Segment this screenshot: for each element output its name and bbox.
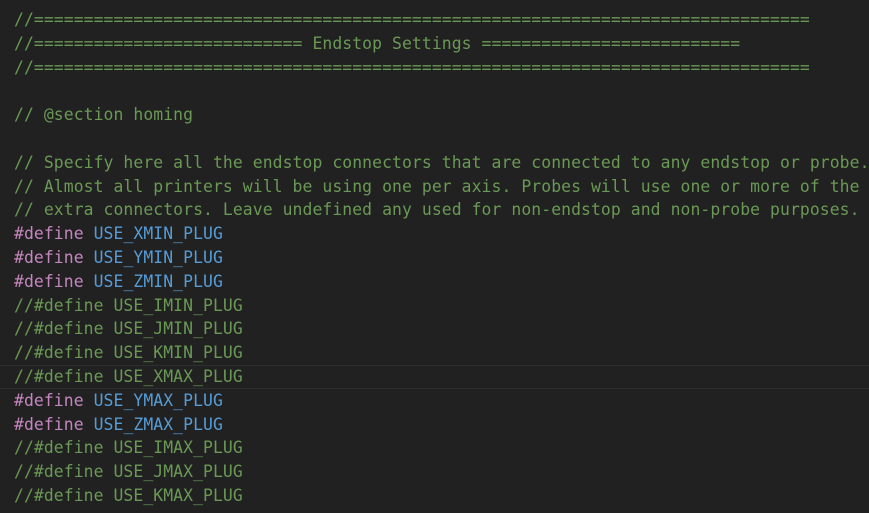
code-line-use-xmin-plug[interactable]: #define USE_XMIN_PLUG	[0, 222, 869, 246]
code-line-blank-2[interactable]	[0, 127, 869, 151]
define-identifier: USE_XMIN_PLUG	[93, 224, 223, 244]
define-keyword: #define	[14, 414, 84, 434]
code-line-use-kmax-plug[interactable]: //#define USE_KMAX_PLUG	[0, 484, 869, 508]
code-line-section-homing[interactable]: // @section homing	[0, 103, 869, 127]
code-line-desc-1[interactable]: // Specify here all the endstop connecto…	[0, 151, 869, 175]
code-line-banner-bottom[interactable]: //======================================…	[0, 56, 869, 80]
comment-text: // extra connectors. Leave undefined any…	[14, 200, 860, 220]
comment-text: //======================================…	[14, 57, 810, 77]
comment-text: //#define USE_JMAX_PLUG	[14, 462, 243, 482]
code-line-use-ymin-plug[interactable]: #define USE_YMIN_PLUG	[0, 246, 869, 270]
code-line-use-zmax-plug[interactable]: #define USE_ZMAX_PLUG	[0, 413, 869, 437]
define-keyword: #define	[14, 390, 84, 410]
code-line-banner-top[interactable]: //======================================…	[0, 8, 869, 32]
comment-text: //#define USE_XMAX_PLUG	[14, 366, 243, 386]
code-line-use-ymax-plug[interactable]: #define USE_YMAX_PLUG	[0, 389, 869, 413]
comment-text: //#define USE_IMAX_PLUG	[14, 438, 243, 458]
define-keyword: #define	[14, 271, 84, 291]
comment-text: // Almost all printers will be using one…	[14, 176, 860, 196]
code-line-use-imin-plug[interactable]: //#define USE_IMIN_PLUG	[0, 294, 869, 318]
define-identifier: USE_ZMAX_PLUG	[93, 414, 223, 434]
define-identifier: USE_YMIN_PLUG	[93, 247, 223, 267]
comment-text: // @section homing	[14, 105, 194, 125]
code-line-use-imax-plug[interactable]: //#define USE_IMAX_PLUG	[0, 436, 869, 460]
code-line-desc-3[interactable]: // extra connectors. Leave undefined any…	[0, 198, 869, 222]
code-line-use-kmin-plug[interactable]: //#define USE_KMIN_PLUG	[0, 341, 869, 365]
comment-text: // Specify here all the endstop connecto…	[14, 152, 869, 172]
define-identifier: USE_ZMIN_PLUG	[93, 271, 223, 291]
code-line-use-xmax-plug[interactable]: //#define USE_XMAX_PLUG	[0, 364, 869, 389]
code-line-use-jmin-plug[interactable]: //#define USE_JMIN_PLUG	[0, 317, 869, 341]
code-line-use-jmax-plug[interactable]: //#define USE_JMAX_PLUG	[0, 460, 869, 484]
comment-text: //=========================== Endstop Se…	[14, 33, 741, 53]
code-line-banner-title[interactable]: //=========================== Endstop Se…	[0, 32, 869, 56]
comment-text: //#define USE_JMIN_PLUG	[14, 319, 243, 339]
code-line-use-zmin-plug[interactable]: #define USE_ZMIN_PLUG	[0, 270, 869, 294]
comment-text: //#define USE_IMIN_PLUG	[14, 295, 243, 315]
code-editor-pane[interactable]: //======================================…	[0, 0, 869, 513]
define-keyword: #define	[14, 224, 84, 244]
comment-text: //#define USE_KMIN_PLUG	[14, 343, 243, 363]
comment-text: //======================================…	[14, 10, 810, 29]
define-keyword: #define	[14, 247, 84, 267]
comment-text: //#define USE_KMAX_PLUG	[14, 485, 243, 505]
define-identifier: USE_YMAX_PLUG	[93, 390, 223, 410]
code-line-blank-1[interactable]	[0, 79, 869, 103]
code-line-desc-2[interactable]: // Almost all printers will be using one…	[0, 175, 869, 199]
